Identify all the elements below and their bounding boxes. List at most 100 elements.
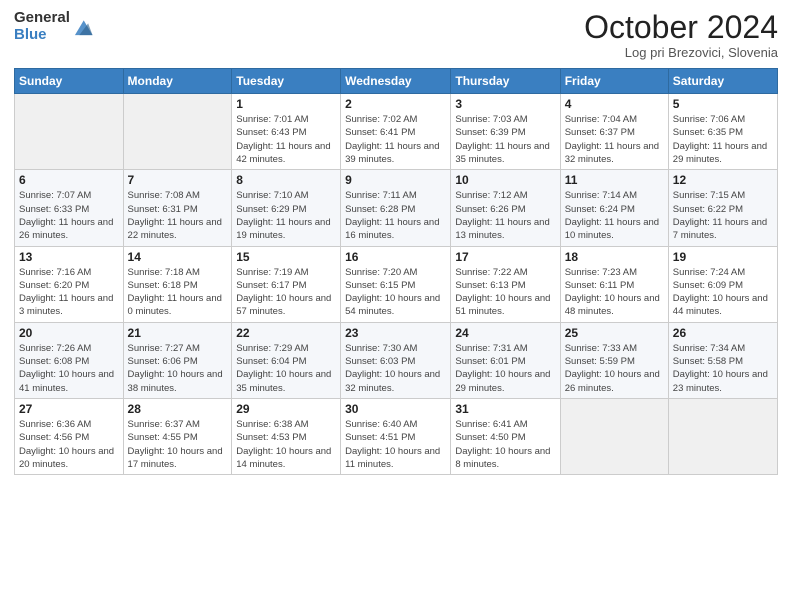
day-number: 27 bbox=[19, 402, 119, 416]
calendar-week-row: 13 Sunrise: 7:16 AMSunset: 6:20 PMDayligh… bbox=[15, 246, 778, 322]
day-number: 31 bbox=[455, 402, 555, 416]
calendar-col-header: Wednesday bbox=[341, 69, 451, 94]
day-number: 29 bbox=[236, 402, 336, 416]
calendar-week-row: 1 Sunrise: 7:01 AMSunset: 6:43 PMDaylight… bbox=[15, 94, 778, 170]
calendar-cell: 31Sunrise: 6:41 AMSunset: 4:50 PMDayligh… bbox=[451, 398, 560, 474]
calendar-cell bbox=[15, 94, 124, 170]
calendar-cell: 20Sunrise: 7:26 AMSunset: 6:08 PMDayligh… bbox=[15, 322, 124, 398]
calendar-cell: 16 Sunrise: 7:20 AMSunset: 6:15 PMDayligh… bbox=[341, 246, 451, 322]
calendar-cell: 28 Sunrise: 6:37 AMSunset: 4:55 PMDayligh… bbox=[123, 398, 232, 474]
calendar-week-row: 20Sunrise: 7:26 AMSunset: 6:08 PMDayligh… bbox=[15, 322, 778, 398]
day-info: Sunrise: 7:31 AMSunset: 6:01 PMDaylight:… bbox=[455, 342, 555, 395]
calendar-cell: 18Sunrise: 7:23 AMSunset: 6:11 PMDayligh… bbox=[560, 246, 668, 322]
day-number: 9 bbox=[345, 173, 446, 187]
calendar-cell: 10 Sunrise: 7:12 AMSunset: 6:26 PMDayligh… bbox=[451, 170, 560, 246]
calendar-week-row: 6 Sunrise: 7:07 AMSunset: 6:33 PMDaylight… bbox=[15, 170, 778, 246]
page: General Blue October 2024 Log pri Brezov… bbox=[0, 0, 792, 612]
day-info: Sunrise: 6:40 AMSunset: 4:51 PMDaylight:… bbox=[345, 418, 446, 471]
day-info: Sunrise: 7:34 AMSunset: 5:58 PMDaylight:… bbox=[673, 342, 773, 395]
day-number: 17 bbox=[455, 250, 555, 264]
day-number: 28 bbox=[128, 402, 228, 416]
day-info: Sunrise: 7:24 AMSunset: 6:09 PMDaylight:… bbox=[673, 266, 773, 319]
calendar-cell: 6 Sunrise: 7:07 AMSunset: 6:33 PMDaylight… bbox=[15, 170, 124, 246]
calendar-cell: 13 Sunrise: 7:16 AMSunset: 6:20 PMDayligh… bbox=[15, 246, 124, 322]
day-number: 3 bbox=[455, 97, 555, 111]
calendar-week-row: 27 Sunrise: 6:36 AMSunset: 4:56 PMDayligh… bbox=[15, 398, 778, 474]
calendar-cell: 22Sunrise: 7:29 AMSunset: 6:04 PMDayligh… bbox=[232, 322, 341, 398]
calendar-cell: 4Sunrise: 7:04 AMSunset: 6:37 PMDaylight… bbox=[560, 94, 668, 170]
calendar-cell: 29 Sunrise: 6:38 AMSunset: 4:53 PMDayligh… bbox=[232, 398, 341, 474]
calendar-cell: 25 Sunrise: 7:33 AMSunset: 5:59 PMDayligh… bbox=[560, 322, 668, 398]
day-info: Sunrise: 7:20 AMSunset: 6:15 PMDaylight:… bbox=[345, 266, 446, 319]
calendar-cell: 3 Sunrise: 7:03 AMSunset: 6:39 PMDaylight… bbox=[451, 94, 560, 170]
day-number: 15 bbox=[236, 250, 336, 264]
day-number: 10 bbox=[455, 173, 555, 187]
calendar-cell: 19 Sunrise: 7:24 AMSunset: 6:09 PMDayligh… bbox=[668, 246, 777, 322]
month-title: October 2024 bbox=[584, 10, 778, 45]
day-info: Sunrise: 7:23 AMSunset: 6:11 PMDaylight:… bbox=[565, 266, 664, 319]
day-info: Sunrise: 7:11 AMSunset: 6:28 PMDaylight:… bbox=[345, 189, 446, 242]
day-number: 6 bbox=[19, 173, 119, 187]
day-info: Sunrise: 7:10 AMSunset: 6:29 PMDaylight:… bbox=[236, 189, 336, 242]
day-info: Sunrise: 7:03 AMSunset: 6:39 PMDaylight:… bbox=[455, 113, 555, 166]
logo-icon bbox=[72, 16, 94, 38]
calendar-cell bbox=[668, 398, 777, 474]
calendar-cell: 11 Sunrise: 7:14 AMSunset: 6:24 PMDayligh… bbox=[560, 170, 668, 246]
calendar-col-header: Friday bbox=[560, 69, 668, 94]
day-number: 23 bbox=[345, 326, 446, 340]
day-info: Sunrise: 7:33 AMSunset: 5:59 PMDaylight:… bbox=[565, 342, 664, 395]
header: General Blue October 2024 Log pri Brezov… bbox=[14, 10, 778, 60]
calendar-cell: 7 Sunrise: 7:08 AMSunset: 6:31 PMDaylight… bbox=[123, 170, 232, 246]
day-info: Sunrise: 6:36 AMSunset: 4:56 PMDaylight:… bbox=[19, 418, 119, 471]
calendar-cell: 23 Sunrise: 7:30 AMSunset: 6:03 PMDayligh… bbox=[341, 322, 451, 398]
day-info: Sunrise: 7:16 AMSunset: 6:20 PMDaylight:… bbox=[19, 266, 119, 319]
calendar-col-header: Monday bbox=[123, 69, 232, 94]
day-number: 11 bbox=[565, 173, 664, 187]
day-info: Sunrise: 6:38 AMSunset: 4:53 PMDaylight:… bbox=[236, 418, 336, 471]
day-info: Sunrise: 7:27 AMSunset: 6:06 PMDaylight:… bbox=[128, 342, 228, 395]
calendar-cell: 9 Sunrise: 7:11 AMSunset: 6:28 PMDaylight… bbox=[341, 170, 451, 246]
calendar-cell: 15Sunrise: 7:19 AMSunset: 6:17 PMDayligh… bbox=[232, 246, 341, 322]
day-info: Sunrise: 7:15 AMSunset: 6:22 PMDaylight:… bbox=[673, 189, 773, 242]
day-info: Sunrise: 7:01 AMSunset: 6:43 PMDaylight:… bbox=[236, 113, 336, 166]
calendar-cell bbox=[560, 398, 668, 474]
day-info: Sunrise: 7:12 AMSunset: 6:26 PMDaylight:… bbox=[455, 189, 555, 242]
calendar-cell: 21Sunrise: 7:27 AMSunset: 6:06 PMDayligh… bbox=[123, 322, 232, 398]
day-number: 25 bbox=[565, 326, 664, 340]
calendar-cell: 26 Sunrise: 7:34 AMSunset: 5:58 PMDayligh… bbox=[668, 322, 777, 398]
calendar-cell: 30Sunrise: 6:40 AMSunset: 4:51 PMDayligh… bbox=[341, 398, 451, 474]
calendar-col-header: Sunday bbox=[15, 69, 124, 94]
day-info: Sunrise: 7:22 AMSunset: 6:13 PMDaylight:… bbox=[455, 266, 555, 319]
logo-blue-text: Blue bbox=[14, 27, 70, 44]
day-number: 22 bbox=[236, 326, 336, 340]
day-number: 5 bbox=[673, 97, 773, 111]
day-number: 12 bbox=[673, 173, 773, 187]
day-info: Sunrise: 7:06 AMSunset: 6:35 PMDaylight:… bbox=[673, 113, 773, 166]
calendar-cell: 1 Sunrise: 7:01 AMSunset: 6:43 PMDaylight… bbox=[232, 94, 341, 170]
day-info: Sunrise: 6:37 AMSunset: 4:55 PMDaylight:… bbox=[128, 418, 228, 471]
day-number: 16 bbox=[345, 250, 446, 264]
calendar-cell: 12 Sunrise: 7:15 AMSunset: 6:22 PMDayligh… bbox=[668, 170, 777, 246]
day-info: Sunrise: 7:18 AMSunset: 6:18 PMDaylight:… bbox=[128, 266, 228, 319]
logo: General Blue bbox=[14, 10, 94, 43]
day-info: Sunrise: 7:08 AMSunset: 6:31 PMDaylight:… bbox=[128, 189, 228, 242]
day-number: 8 bbox=[236, 173, 336, 187]
day-number: 19 bbox=[673, 250, 773, 264]
day-info: Sunrise: 7:07 AMSunset: 6:33 PMDaylight:… bbox=[19, 189, 119, 242]
day-number: 1 bbox=[236, 97, 336, 111]
calendar-col-header: Tuesday bbox=[232, 69, 341, 94]
calendar-cell bbox=[123, 94, 232, 170]
day-number: 4 bbox=[565, 97, 664, 111]
day-number: 13 bbox=[19, 250, 119, 264]
day-info: Sunrise: 7:02 AMSunset: 6:41 PMDaylight:… bbox=[345, 113, 446, 166]
day-info: Sunrise: 7:14 AMSunset: 6:24 PMDaylight:… bbox=[565, 189, 664, 242]
calendar-cell: 17 Sunrise: 7:22 AMSunset: 6:13 PMDayligh… bbox=[451, 246, 560, 322]
calendar-col-header: Thursday bbox=[451, 69, 560, 94]
calendar-header-row: SundayMondayTuesdayWednesdayThursdayFrid… bbox=[15, 69, 778, 94]
day-number: 2 bbox=[345, 97, 446, 111]
calendar-cell: 8 Sunrise: 7:10 AMSunset: 6:29 PMDaylight… bbox=[232, 170, 341, 246]
calendar-cell: 5 Sunrise: 7:06 AMSunset: 6:35 PMDaylight… bbox=[668, 94, 777, 170]
day-number: 7 bbox=[128, 173, 228, 187]
day-number: 26 bbox=[673, 326, 773, 340]
day-info: Sunrise: 7:30 AMSunset: 6:03 PMDaylight:… bbox=[345, 342, 446, 395]
